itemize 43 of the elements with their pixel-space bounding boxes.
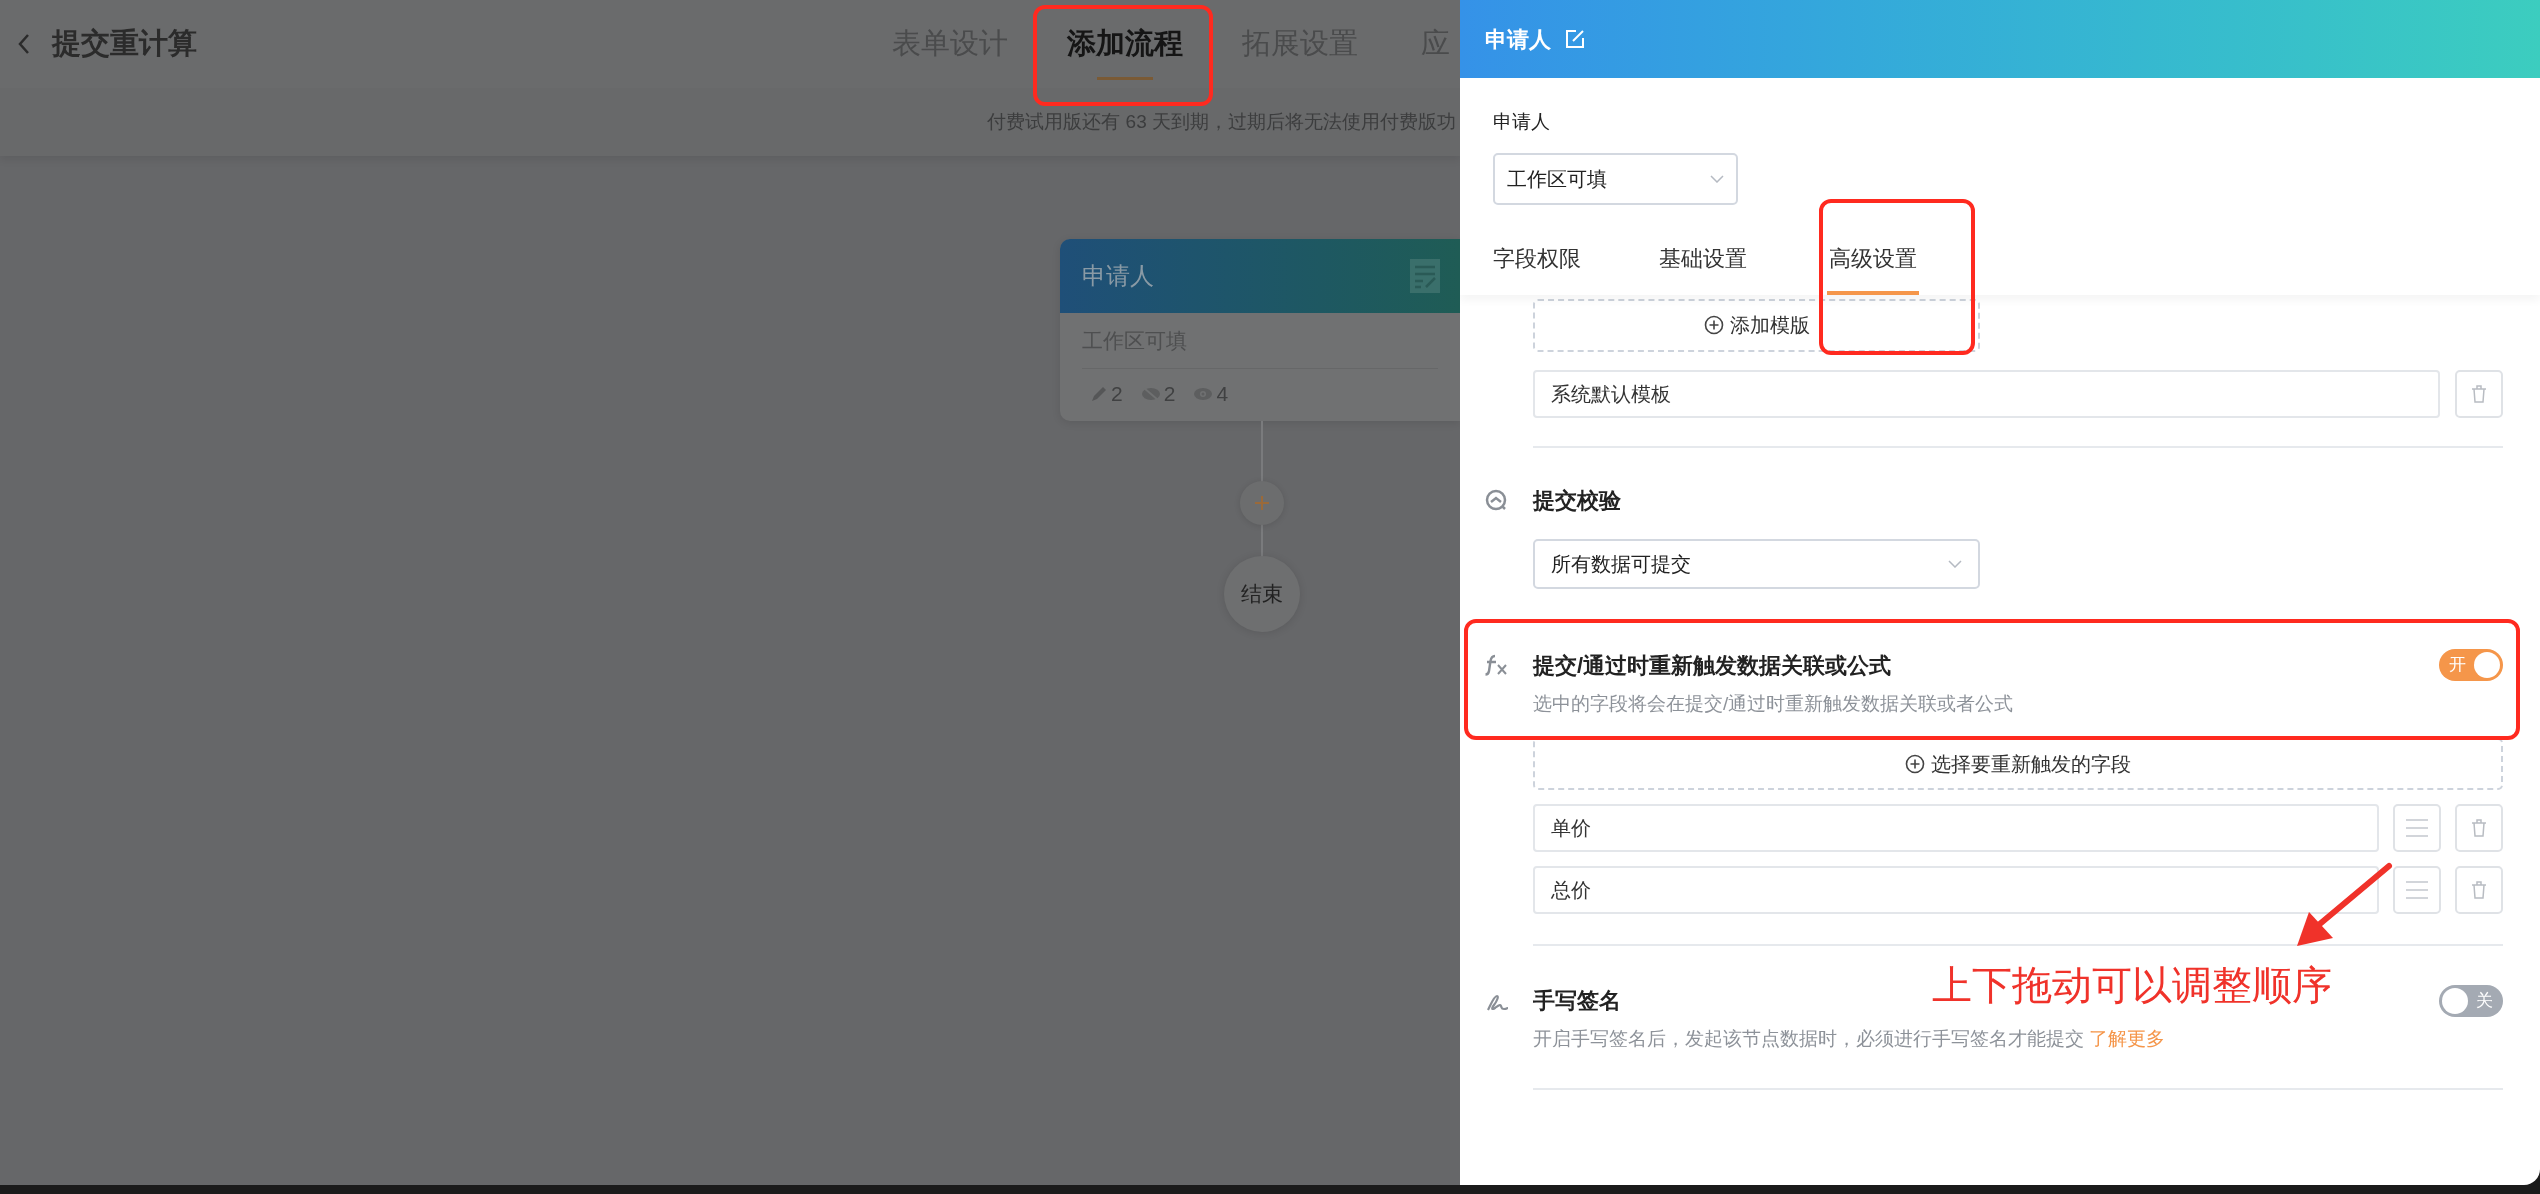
menu-icon: [2405, 819, 2429, 837]
drawer-tab[interactable]: 基础设置: [1659, 232, 1747, 295]
permission-select[interactable]: 工作区可填: [1493, 152, 1738, 205]
edit-icon: [1565, 29, 1585, 49]
section-title: 提交校验: [1533, 486, 1621, 515]
trash-icon: [2471, 819, 2487, 837]
function-icon: [1485, 654, 1509, 676]
pencil-icon: [1090, 385, 1108, 403]
add-template-button[interactable]: 添加模版: [1533, 298, 1980, 352]
drag-handle[interactable]: [2393, 804, 2441, 852]
menu-icon: [2405, 881, 2429, 899]
select-fields-button[interactable]: 选择要重新触发的字段: [1533, 738, 2503, 790]
node-title: 申请人: [1082, 261, 1154, 291]
plus-circle-icon: [1703, 315, 1724, 335]
drawer-tab[interactable]: 字段权限: [1493, 232, 1581, 295]
trash-icon: [2471, 881, 2487, 899]
plus-circle-icon: [1905, 754, 1925, 774]
page-title: 提交重计算: [52, 26, 197, 62]
delete-button[interactable]: [2455, 369, 2503, 418]
delete-button[interactable]: [2455, 866, 2503, 914]
drawer-tab[interactable]: 高级设置: [1827, 232, 1919, 295]
section-title: 手写签名: [1533, 987, 1621, 1015]
field-item: 总价: [1533, 866, 2379, 914]
document-icon: [1410, 259, 1440, 293]
section-description: 开启手写签名后，发起该节点数据时，必须进行手写签名才能提交 了解更多: [1533, 1027, 2167, 1051]
back-icon: [16, 32, 32, 56]
delete-button[interactable]: [2455, 804, 2503, 852]
section-description: 选中的字段将会在提交/通过时重新触发数据关联或者公式: [1533, 691, 2015, 716]
chevron-down-icon: [1948, 559, 1962, 568]
field-label: 申请人: [1493, 110, 1551, 134]
end-node: 结束: [1224, 556, 1300, 632]
add-node-button[interactable]: [1240, 481, 1284, 525]
chevron-down-icon: [1710, 174, 1724, 183]
plus-icon: [1255, 496, 1269, 510]
template-field[interactable]: 系统默认模板: [1533, 369, 2440, 418]
drag-handle[interactable]: [2393, 866, 2441, 914]
validation-select[interactable]: 所有数据可提交: [1533, 538, 1980, 589]
drawer-title: 申请人: [1485, 25, 1551, 54]
section-title: 提交/通过时重新触发数据关联或公式: [1533, 651, 1892, 680]
field-item: 单价: [1533, 804, 2379, 852]
annotation-text: 上下拖动可以调整顺序: [1932, 961, 2332, 1009]
trash-icon: [2471, 384, 2487, 403]
gauge-icon: [1485, 489, 1507, 511]
